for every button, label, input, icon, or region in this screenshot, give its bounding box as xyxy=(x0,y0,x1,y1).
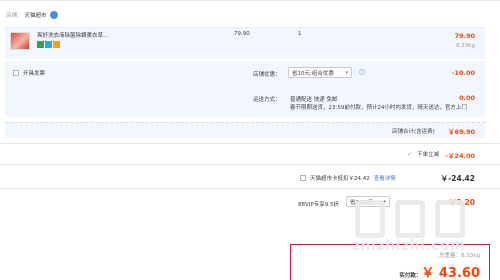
service-tags xyxy=(37,41,61,48)
shop-total-label: 店铺合计(含运费) xyxy=(392,129,435,135)
shop-name[interactable]: 天猫超市 xyxy=(25,11,47,19)
unit-price: 79.90 xyxy=(234,31,250,37)
card-pay-icon xyxy=(53,41,60,48)
item-subtotal: 79.90 xyxy=(454,32,475,40)
supermarket-card-amount: ￥-24.42 xyxy=(440,174,475,183)
wangwang-chat-icon[interactable] xyxy=(49,11,58,19)
shop-discount-label: 店铺优惠： xyxy=(253,72,281,78)
watermark-logo xyxy=(335,194,485,244)
shop-discount-amount: -10.00 xyxy=(451,69,475,77)
quantity: 1 xyxy=(298,31,302,37)
invoice-option[interactable]: 开具发票 xyxy=(13,69,45,77)
supermarket-card-option[interactable]: 天猫超市卡抵扣￥24.42 查看详情 xyxy=(300,174,396,182)
product-thumbnail[interactable] xyxy=(10,32,30,50)
guarantee-icon xyxy=(45,41,52,48)
watermark-glyph xyxy=(395,200,425,238)
supermarket-card-checkbox[interactable] xyxy=(300,175,306,181)
check-icon: ✓ xyxy=(406,150,413,158)
seven-day-return-icon xyxy=(37,41,44,48)
divider xyxy=(0,164,500,165)
invoice-checkbox[interactable] xyxy=(13,70,19,76)
amount-payable-label: 实付款： xyxy=(399,273,422,279)
instant-discount-amount: -￥24.00 xyxy=(445,152,475,160)
shipping-amount: 0.00 xyxy=(458,94,475,102)
divider xyxy=(0,143,500,144)
product-title[interactable]: 爽好洗衣液除菌除螨薰衣草... xyxy=(37,31,108,39)
item-weight: 6.33kg xyxy=(456,43,475,49)
info-icon[interactable]: i xyxy=(359,69,365,75)
instant-discount-option[interactable]: ✓ 下单立减 xyxy=(406,150,440,159)
shipping-label: 运送方式： xyxy=(253,97,281,103)
invoice-label: 开具发票 xyxy=(23,71,46,77)
shop-row: 店铺： 天猫超市 xyxy=(6,11,58,19)
shipping-note: 春节限期送货，23:59前付款，预计24小时内发货，晴天送达，官方上门 xyxy=(290,105,467,111)
shop-total-amount: ￥69.90 xyxy=(447,128,475,136)
shipping-method[interactable]: 普通配送 快递 免邮 xyxy=(290,95,338,103)
divider xyxy=(0,188,500,189)
chevron-down-icon: ▾ xyxy=(345,69,348,76)
shop-discount-select[interactable]: 省10元:组合优惠 ▾ xyxy=(288,67,352,78)
top-divider xyxy=(0,0,500,1)
shop-label: 店铺： xyxy=(6,13,23,19)
shop-discount-value: 省10元:组合优惠 xyxy=(292,70,334,77)
amount-payable-value: ￥ 43.60 xyxy=(421,266,480,280)
amount-payable: 实付款： ￥ 43.60 xyxy=(399,262,480,280)
instant-discount-label: 下单立减 xyxy=(417,152,440,158)
vip-discount-label: 88VIP专享9.5折 xyxy=(298,202,339,208)
watermark-glyph xyxy=(435,200,465,238)
watermark-text: zhizhizhi.com xyxy=(352,238,466,254)
item-row: 爽好洗衣液除菌除螨薰衣草... 79.90 1 79.90 6.33kg xyxy=(5,27,485,59)
watermark-glyph xyxy=(355,200,385,238)
supermarket-card-label: 天猫超市卡抵扣￥24.42 xyxy=(310,176,370,182)
supermarket-card-detail-link[interactable]: 查看详情 xyxy=(374,174,396,182)
